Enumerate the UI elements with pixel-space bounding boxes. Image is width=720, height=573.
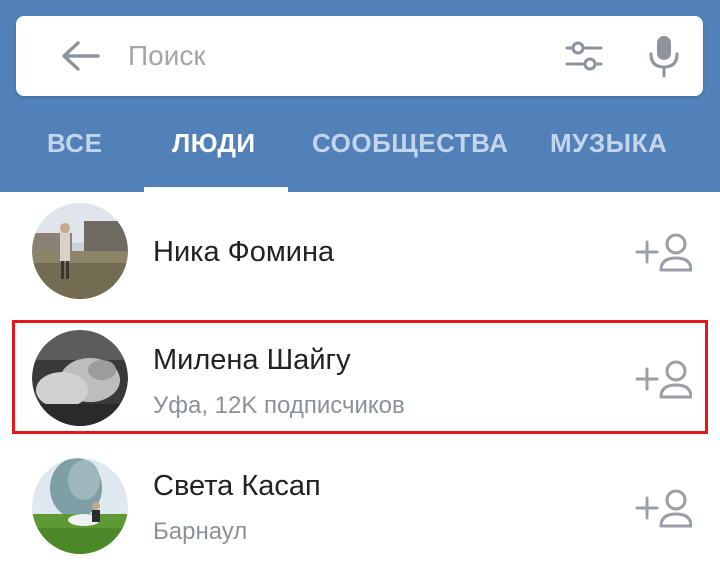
user-name: Милена Шайгу <box>153 344 351 376</box>
add-friend-icon[interactable] <box>634 230 692 274</box>
user-subtitle: Барнаул <box>153 518 248 545</box>
app-header: ВСЕ ЛЮДИ СООБЩЕСТВА МУЗЫКА <box>0 0 720 192</box>
list-item[interactable]: Света Касап Барнаул <box>0 446 720 566</box>
user-name: Света Касап <box>153 470 321 502</box>
search-input[interactable] <box>128 34 548 78</box>
user-subtitle: Уфа, 12K подписчиков <box>153 392 405 419</box>
add-friend-icon[interactable] <box>634 486 692 530</box>
microphone-icon[interactable] <box>646 34 682 78</box>
filter-icon[interactable] <box>564 38 604 74</box>
avatar <box>32 330 128 426</box>
tab-people[interactable]: ЛЮДИ <box>172 128 256 164</box>
list-item[interactable]: Ника Фомина <box>0 192 720 312</box>
add-friend-icon[interactable] <box>634 357 692 401</box>
avatar <box>32 458 128 554</box>
search-bar <box>16 16 703 96</box>
tab-communities[interactable]: СООБЩЕСТВА <box>312 128 508 164</box>
list-item[interactable]: Милена Шайгу Уфа, 12K подписчиков <box>0 320 720 440</box>
tab-music[interactable]: МУЗЫКА <box>550 128 667 164</box>
back-arrow-icon[interactable] <box>58 38 102 74</box>
user-name: Ника Фомина <box>153 236 335 268</box>
tab-all[interactable]: ВСЕ <box>47 128 102 164</box>
avatar <box>32 203 128 299</box>
